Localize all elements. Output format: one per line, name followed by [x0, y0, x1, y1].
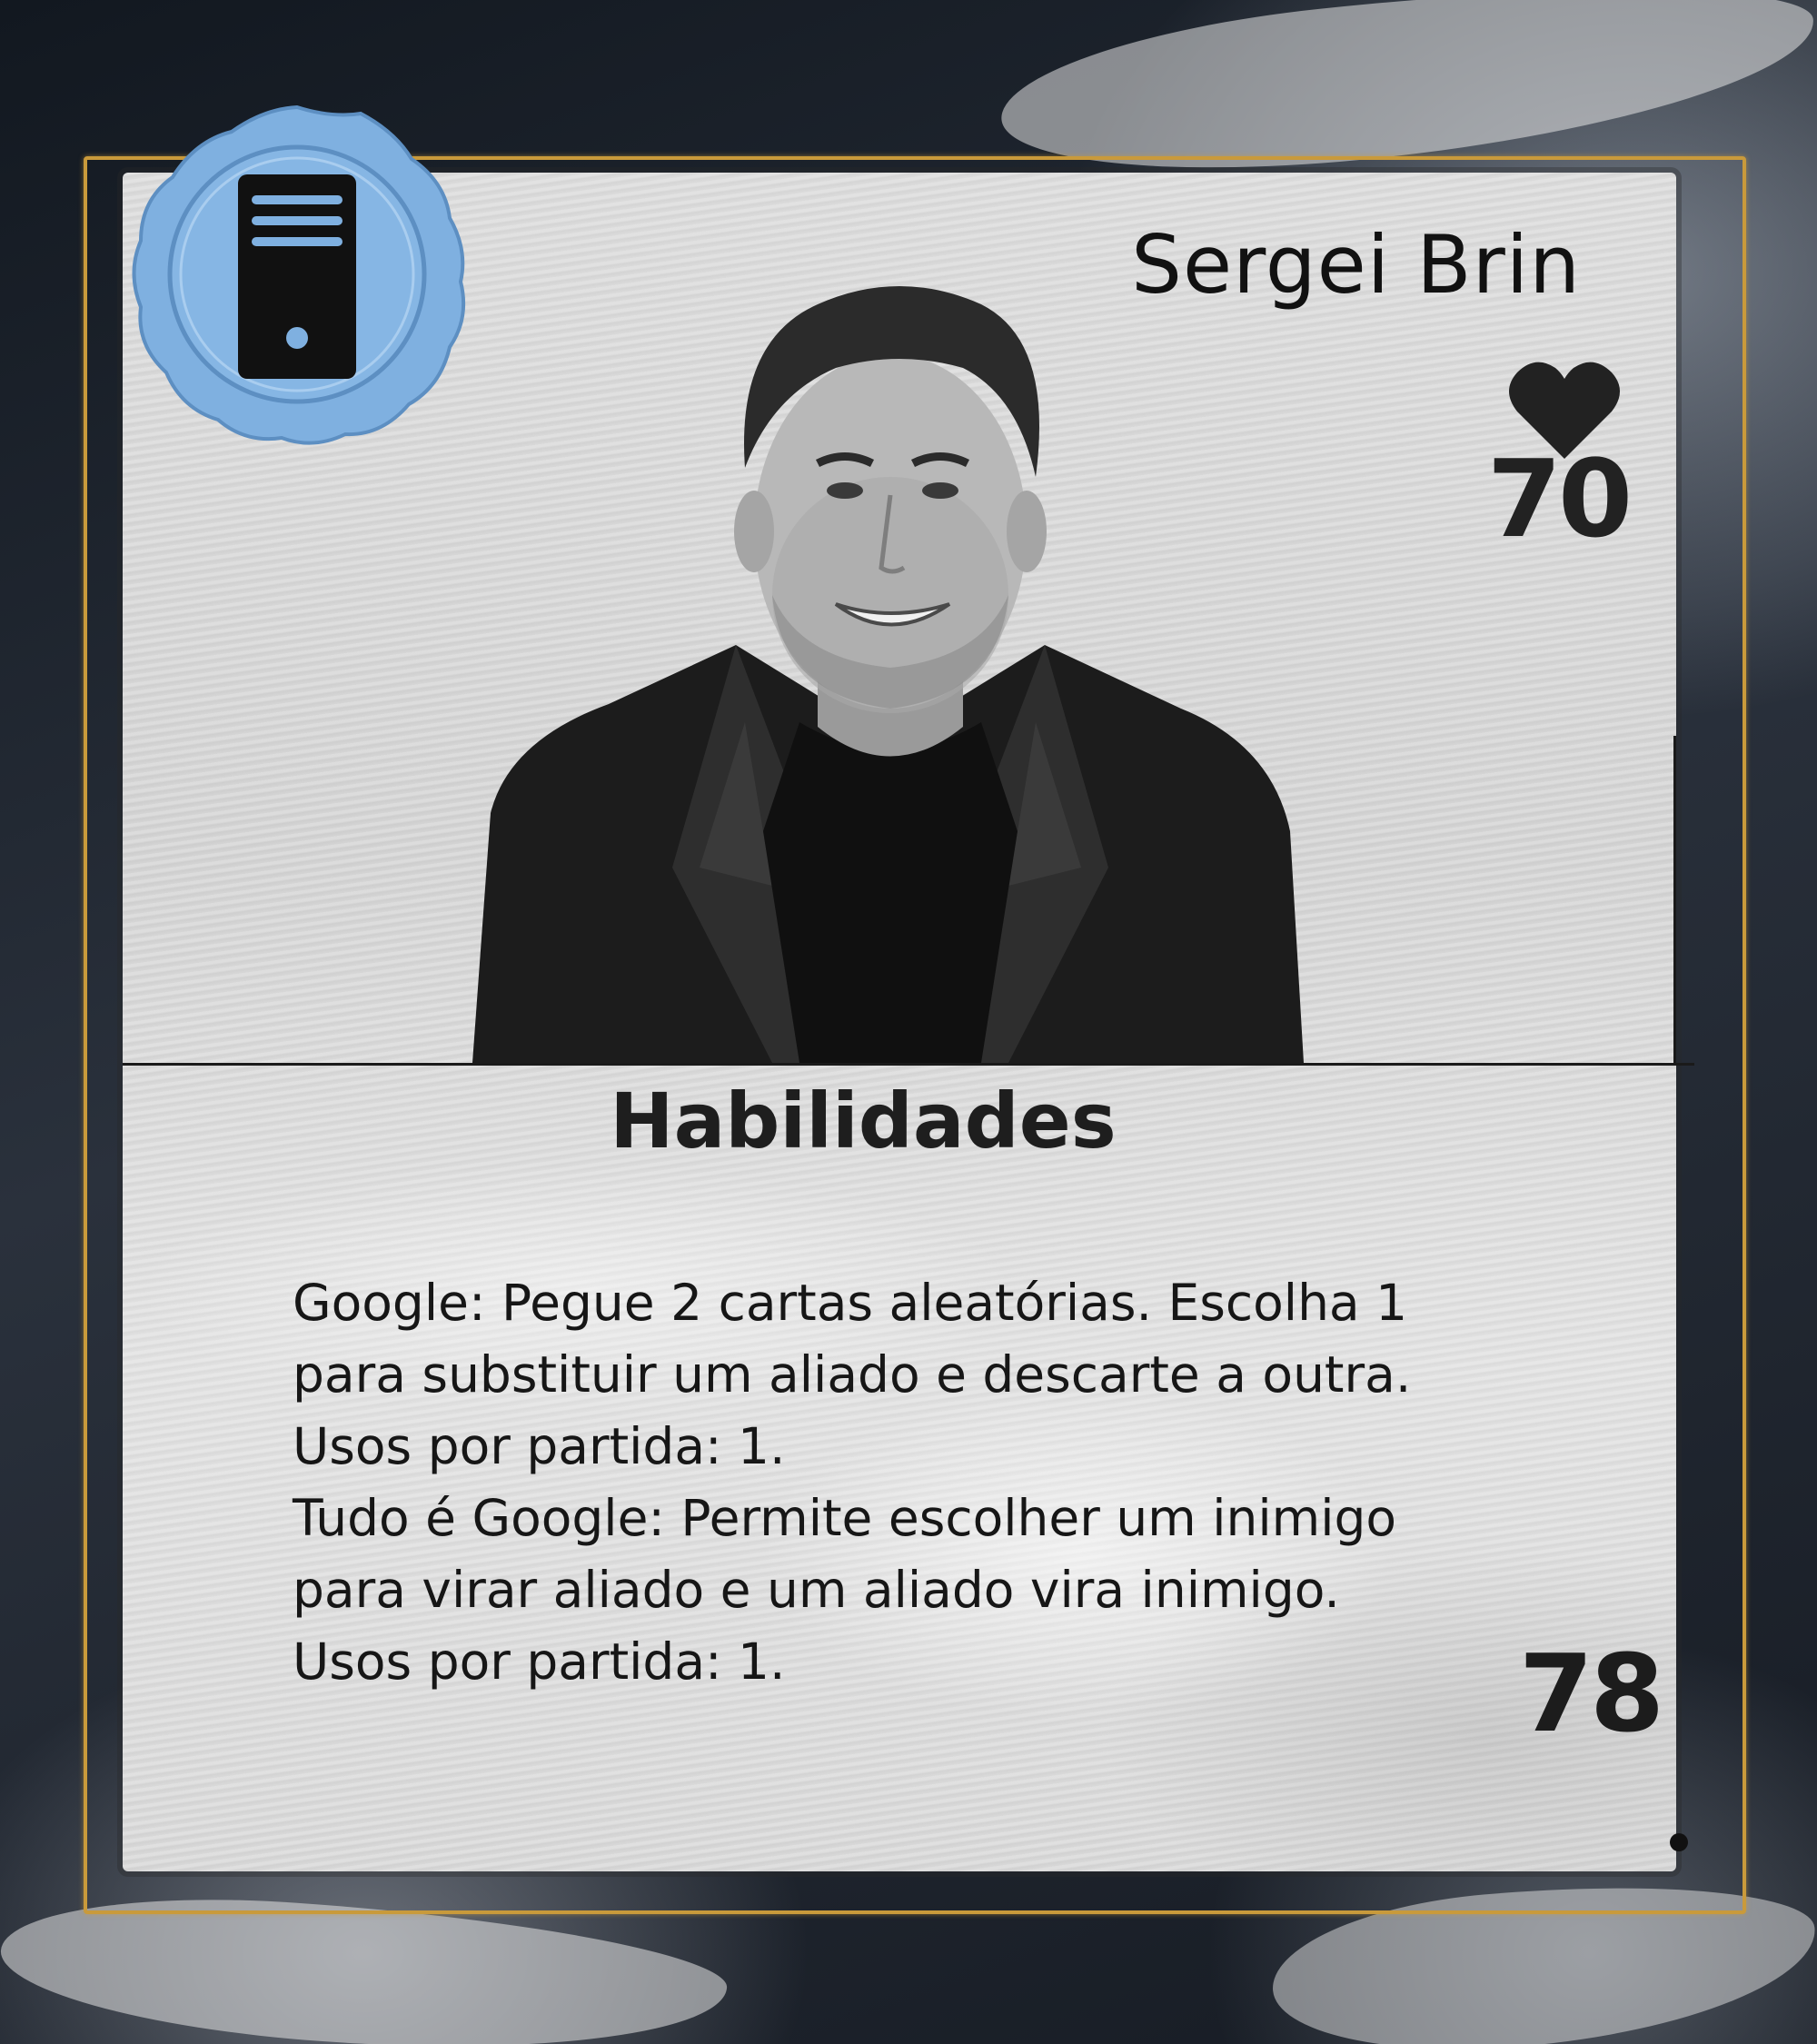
ability-line: para substituir um aliado e descarte a o… — [293, 1345, 1412, 1404]
wax-seal — [132, 104, 466, 445]
computer-tower-icon — [238, 174, 356, 379]
character-name: Sergei Brin — [1131, 218, 1581, 312]
ability-line: Tudo é Google: Permite escolher um inimi… — [293, 1489, 1397, 1547]
ability-line: Usos por partida: 1. — [293, 1417, 786, 1475]
abilities-text: Google: Pegue 2 cartas aleatórias. Escol… — [293, 1267, 1528, 1698]
abilities-heading: Habilidades — [610, 1077, 1117, 1166]
ability-line: Google: Pegue 2 cartas aleatórias. Escol… — [293, 1274, 1408, 1332]
ability-line: Usos por partida: 1. — [293, 1632, 786, 1691]
card-background: Sergei Brin 70 Habilidades Google: Pegue… — [0, 0, 1817, 2044]
corner-dot — [1670, 1833, 1688, 1851]
power-value: 78 — [1518, 1631, 1664, 1756]
portrait-image — [472, 286, 1304, 1063]
life-value: 70 — [1486, 436, 1633, 561]
ability-line: para virar aliado e um aliado vira inimi… — [293, 1561, 1340, 1619]
